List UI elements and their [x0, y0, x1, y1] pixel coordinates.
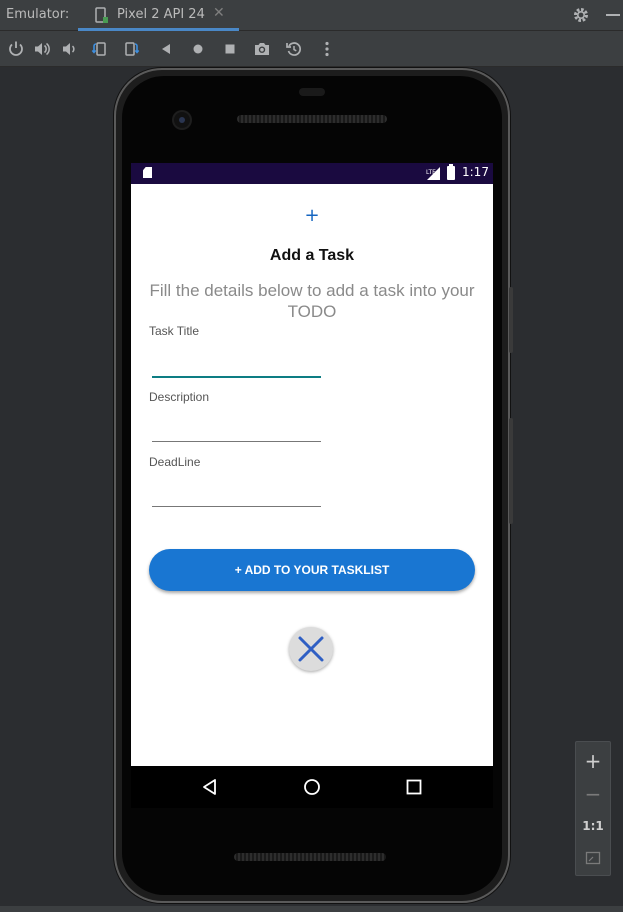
- front-camera-icon: [174, 112, 190, 128]
- camera-icon[interactable]: [253, 40, 271, 58]
- nav-overview-icon[interactable]: [405, 778, 423, 796]
- description-label: Description: [149, 390, 210, 404]
- volume-side-button[interactable]: [509, 418, 513, 524]
- add-to-tasklist-button[interactable]: + ADD TO YOUR TASKLIST: [149, 549, 475, 591]
- page-subtitle: Fill the details below to add a task int…: [149, 281, 475, 321]
- proximity-sensor: [299, 88, 325, 96]
- signal-lte-icon: LTE: [425, 166, 441, 185]
- android-status-bar: LTE 1:17: [131, 163, 493, 184]
- minimize-icon[interactable]: [606, 14, 620, 16]
- nav-back-icon[interactable]: [201, 778, 219, 796]
- plus-icon: +: [304, 205, 320, 226]
- emulator-toolbar: [0, 31, 623, 67]
- emulator-label: Emulator:: [6, 7, 70, 22]
- power-side-button[interactable]: [509, 287, 513, 353]
- description-field[interactable]: [152, 415, 321, 442]
- close-tab-icon[interactable]: ✕: [213, 5, 225, 21]
- zoom-out-button[interactable]: −: [576, 782, 610, 806]
- close-icon: [298, 636, 324, 662]
- power-icon[interactable]: [7, 40, 25, 58]
- home-icon[interactable]: [189, 40, 207, 58]
- bottom-speaker: [234, 853, 386, 861]
- device-icon: [95, 7, 109, 28]
- tab-label: Pixel 2 API 24: [117, 7, 205, 22]
- task-title-field[interactable]: [152, 350, 321, 378]
- deadline-field[interactable]: [152, 480, 321, 507]
- close-button[interactable]: [289, 627, 333, 671]
- rotate-left-icon[interactable]: [90, 40, 108, 58]
- deadline-label: DeadLine: [149, 455, 201, 469]
- volume-down-icon[interactable]: [61, 40, 79, 58]
- fit-screen-icon[interactable]: [576, 850, 610, 870]
- zoom-in-button[interactable]: +: [576, 749, 610, 773]
- snapshot-icon[interactable]: [285, 40, 303, 58]
- zoom-one-to-one-button[interactable]: 1:1: [576, 819, 610, 833]
- emulator-title-bar: Emulator: Pixel 2 API 24 ✕: [0, 0, 623, 31]
- bottom-status-strip: [0, 906, 623, 912]
- page-title: Add a Task: [269, 247, 355, 264]
- svg-text:LTE: LTE: [426, 169, 436, 176]
- task-title-label: Task Title: [149, 324, 200, 338]
- nav-home-icon[interactable]: [303, 778, 321, 796]
- gear-icon[interactable]: [572, 6, 590, 28]
- tab-device[interactable]: Pixel 2 API 24 ✕: [78, 0, 239, 31]
- battery-icon: [447, 164, 455, 180]
- sd-card-icon: [143, 167, 152, 178]
- more-icon[interactable]: [318, 40, 336, 58]
- volume-up-icon[interactable]: [33, 40, 51, 58]
- back-icon[interactable]: [157, 40, 175, 58]
- overview-icon[interactable]: [221, 40, 239, 58]
- add-task-screen: + Add a Task Fill the details below to a…: [131, 184, 493, 766]
- rotate-right-icon[interactable]: [123, 40, 141, 58]
- zoom-controls: + − 1:1: [575, 741, 611, 876]
- earpiece-speaker: [237, 115, 387, 123]
- status-time: 1:17: [462, 165, 489, 179]
- android-nav-bar: [131, 766, 493, 808]
